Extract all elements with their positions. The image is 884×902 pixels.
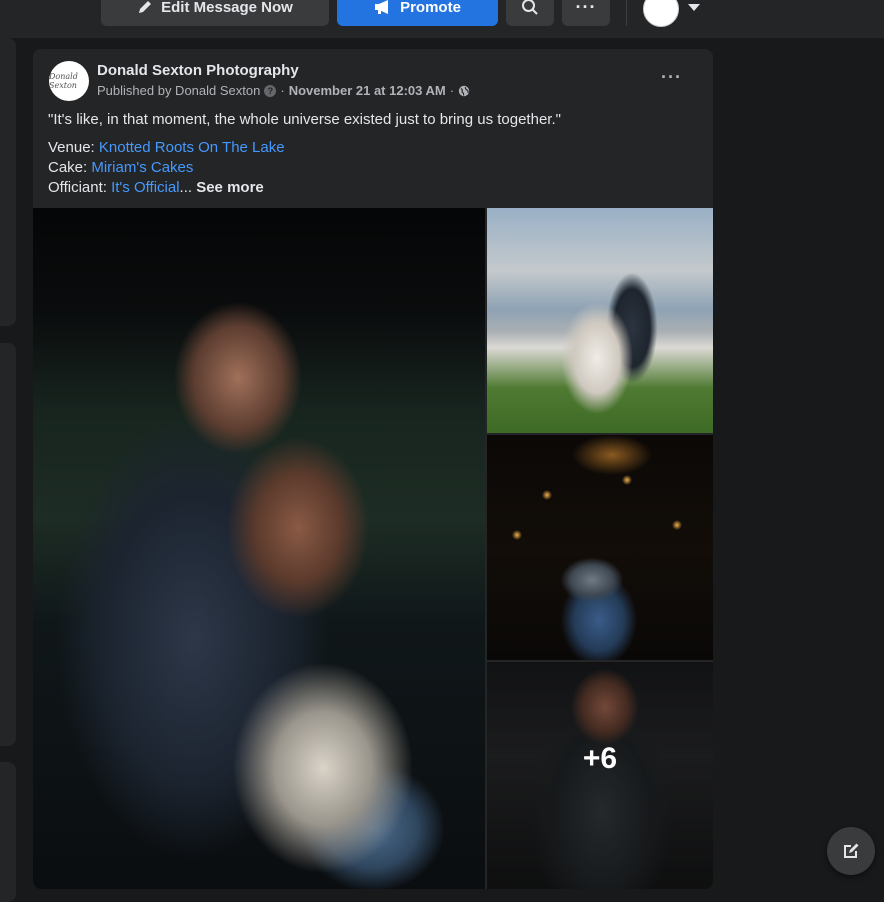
promote-button[interactable]: Promote [337,0,498,26]
left-panel-card [0,343,16,746]
cake-label: Cake: [48,159,92,176]
meta-separator: · [449,83,455,98]
photo-thumbnail[interactable] [487,208,713,433]
more-dots-icon: ··· [575,0,597,17]
search-icon [522,0,538,15]
ellipsis: ... [179,179,193,196]
officiant-line: Officiant: It's Official... See more [48,179,264,196]
post-timestamp[interactable]: November 21 at 12:03 AM [289,83,446,98]
venue-link[interactable]: Knotted Roots On The Lake [99,139,285,156]
more-photos-count[interactable]: +6 [487,742,713,776]
edit-message-label: Edit Message Now [161,0,293,16]
search-button[interactable] [506,0,554,26]
published-by: Published by Donald Sexton [97,83,261,98]
edit-message-button[interactable]: Edit Message Now [101,0,329,26]
cake-line: Cake: Miriam's Cakes [48,159,193,176]
promote-label: Promote [400,0,461,16]
top-toolbar: Edit Message Now Promote ··· [0,0,884,38]
toolbar-more-button[interactable]: ··· [562,0,610,26]
chevron-down-icon[interactable] [688,4,700,11]
venue-line: Venue: Knotted Roots On The Lake [48,139,285,156]
cake-link[interactable]: Miriam's Cakes [91,159,193,176]
see-more-link[interactable]: See more [192,179,264,196]
avatar-logo-text: Donald Sexton [49,72,78,90]
photo-thumbnail[interactable] [487,435,713,660]
post-quote: "It's like, in that moment, the whole un… [48,111,561,128]
page-avatar[interactable]: Donald Sexton [49,61,89,101]
pencil-icon [139,1,152,13]
photo-main[interactable] [33,208,485,889]
officiant-link[interactable]: It's Official [111,179,179,196]
venue-label: Venue: [48,139,99,156]
globe-icon[interactable] [458,85,470,97]
megaphone-icon [375,0,389,14]
account-avatar[interactable] [643,0,679,27]
page-name-link[interactable]: Donald Sexton Photography [97,62,299,79]
officiant-label: Officiant: [48,179,112,196]
post-meta: Published by Donald Sexton ? · November … [97,83,470,98]
compose-icon [844,843,859,858]
new-message-button[interactable] [827,827,875,875]
question-icon[interactable]: ? [264,84,277,97]
left-panel-card [0,762,16,902]
meta-separator: · [280,83,285,98]
left-panel-card [0,38,16,326]
divider [626,0,627,26]
feed-post: Donald Sexton Donald Sexton Photography … [33,49,713,889]
post-options-button[interactable]: ··· [661,67,682,88]
